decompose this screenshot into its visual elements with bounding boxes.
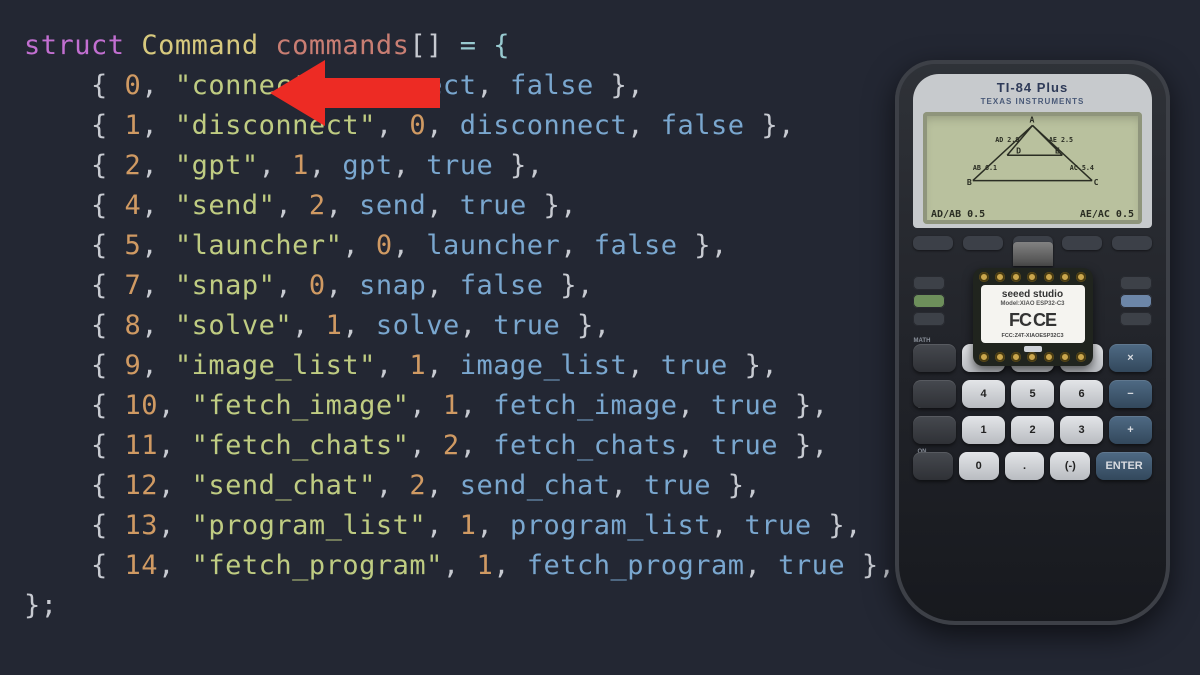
gpio-pin <box>1044 272 1054 282</box>
ce-mark: CE <box>1033 310 1056 331</box>
mode-button[interactable] <box>913 312 945 326</box>
softkey[interactable] <box>913 236 953 250</box>
fcc-mark: FC <box>1009 310 1031 331</box>
type-command: Command <box>141 30 258 61</box>
svg-text:B: B <box>967 177 972 187</box>
assign: = { <box>443 30 510 61</box>
lcd-status-left: AD/AB 0.5 <box>931 209 985 220</box>
second-button[interactable] <box>913 276 945 290</box>
svg-text:AB 6.1: AB 6.1 <box>973 164 997 172</box>
brackets: [] <box>409 30 443 61</box>
gpio-pin <box>979 352 989 362</box>
lcd-status-row: AD/AB 0.5 AE/AC 0.5 <box>931 209 1134 220</box>
key-enter[interactable]: ENTER <box>1096 452 1152 480</box>
rf-shield-label: seeed studio Model:XIAO ESP32-C3 FC CE F… <box>981 285 1085 343</box>
board-brand: seeed studio <box>986 289 1080 300</box>
gpio-pin <box>995 272 1005 282</box>
calculator-body: seeed studio Model:XIAO ESP32-C3 FC CE F… <box>913 236 1152 605</box>
svg-text:AD 2.9: AD 2.9 <box>995 136 1019 144</box>
fn-key[interactable] <box>913 380 956 408</box>
svg-text:A: A <box>1030 114 1035 124</box>
clear-button[interactable] <box>1120 312 1152 326</box>
highlight-arrow-icon <box>270 58 440 128</box>
key-0[interactable]: 0 <box>959 452 999 480</box>
calculator-model: TI-84 Plus <box>913 80 1152 95</box>
key-dot[interactable]: . <box>1005 452 1045 480</box>
calculator-brand: TEXAS INSTRUMENTS <box>913 97 1152 106</box>
key-1[interactable]: 1 <box>962 416 1005 444</box>
ti84-calculator: TI-84 Plus TEXAS INSTRUMENTS A B C D E <box>895 60 1170 625</box>
pcb: seeed studio Model:XIAO ESP32-C3 FC CE F… <box>973 268 1093 366</box>
svg-text:C: C <box>1094 177 1099 187</box>
board-model: Model:XIAO ESP32-C3 <box>986 301 1080 307</box>
svg-text:AC 5.4: AC 5.4 <box>1070 164 1094 172</box>
key-2[interactable]: 2 <box>1011 416 1054 444</box>
usb-connector-icon <box>1013 242 1053 266</box>
key-minus[interactable]: − <box>1109 380 1152 408</box>
del-button[interactable] <box>1120 276 1152 290</box>
pin-row-bottom <box>977 352 1089 362</box>
fcc-id: FCC:Z4T-XIAOESP32C3 <box>986 333 1080 339</box>
key-3[interactable]: 3 <box>1060 416 1103 444</box>
esp32-board: seeed studio Model:XIAO ESP32-C3 FC CE F… <box>973 242 1093 366</box>
gpio-pin <box>1044 352 1054 362</box>
gpio-pin <box>1011 272 1021 282</box>
gpio-pin <box>1076 352 1086 362</box>
calculator-bezel: TI-84 Plus TEXAS INSTRUMENTS A B C D E <box>913 74 1152 228</box>
alpha-button[interactable] <box>913 294 945 308</box>
key-6[interactable]: 6 <box>1060 380 1103 408</box>
key-multiply[interactable]: × <box>1109 344 1152 372</box>
fn-key[interactable] <box>913 416 956 444</box>
gpio-pin <box>1060 272 1070 282</box>
gpio-pin <box>995 352 1005 362</box>
gpio-pin <box>1060 352 1070 362</box>
key-neg[interactable]: (-) <box>1050 452 1090 480</box>
svg-text:AE 2.5: AE 2.5 <box>1049 136 1073 144</box>
keypad: 7 8 9 × 4 5 6 − 1 2 3 + 0 . <box>913 344 1152 605</box>
keyword-struct: struct <box>24 30 125 61</box>
code-listing: struct Command commands[] = { { 0, "conn… <box>24 26 895 626</box>
code-rows: { 0, "connect", connect, false }, { 1, "… <box>24 70 895 581</box>
key-plus[interactable]: + <box>1109 416 1152 444</box>
on-key[interactable] <box>913 452 953 480</box>
key-4[interactable]: 4 <box>962 380 1005 408</box>
gpio-pin <box>979 272 989 282</box>
stat-button[interactable] <box>1120 294 1152 308</box>
gpio-pin <box>1027 352 1037 362</box>
key-5[interactable]: 5 <box>1011 380 1054 408</box>
lcd-status-right: AE/AC 0.5 <box>1080 209 1134 220</box>
pin-row-top <box>977 272 1089 282</box>
calculator-lcd: A B C D E AD 2.9 AE 2.5 AB 6.1 AC 5.4 AD… <box>923 112 1142 224</box>
gpio-pin <box>1027 272 1037 282</box>
cert-marks: FC CE <box>986 310 1080 331</box>
close-brace: }; <box>24 590 58 621</box>
svg-text:D: D <box>1016 146 1021 156</box>
fn-key[interactable] <box>913 344 956 372</box>
gpio-pin <box>1011 352 1021 362</box>
svg-text:E: E <box>1055 146 1060 156</box>
gpio-pin <box>1076 272 1086 282</box>
declarator-commands: commands <box>275 30 409 61</box>
softkey[interactable] <box>1112 236 1152 250</box>
